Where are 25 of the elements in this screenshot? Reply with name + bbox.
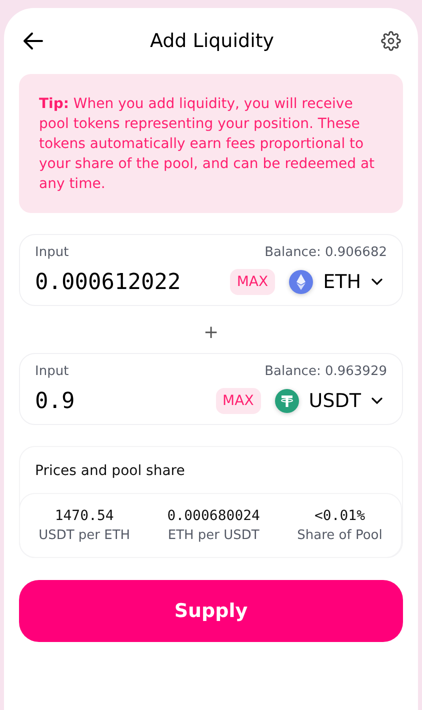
balance-text: Balance: 0.906682 [264,245,387,260]
supply-button[interactable]: Supply [19,580,403,642]
tip-message: Tip: When you add liquidity, you will receive pool tokens representing your position. These tokens automatically earn fees proportional to your share of the pool, and can be redeemed at any time. [19,74,403,213]
stat-label: ETH per USDT [168,528,260,543]
stat-label: USDT per ETH [38,528,130,543]
token-selector[interactable]: USDT [268,389,387,413]
balance-text: Balance: 0.963929 [264,364,387,379]
usdt-logo-icon [274,389,299,413]
stat-value: 0.000680024 [167,508,260,524]
prices-title: Prices and pool share [34,462,186,481]
amount-input[interactable]: 0.9 [35,388,208,414]
eth-logo-icon [289,270,314,294]
stat-label: Share of Pool [297,528,382,543]
page-title: Add Liquidity [150,30,274,52]
settings-icon[interactable] [380,31,401,51]
chevron-down-icon [371,278,383,286]
back-arrow-icon[interactable] [23,32,43,50]
amount-input[interactable]: 0.000612022 [35,270,222,294]
input-label: Input [35,245,69,260]
input-label: Input [35,364,69,379]
stat-value: 1470.54 [54,508,114,524]
plus-sign: + [203,322,219,343]
stat-value: <0.01% [314,508,366,524]
token-selector[interactable]: ETH [283,270,387,294]
chevron-down-icon [371,397,383,405]
